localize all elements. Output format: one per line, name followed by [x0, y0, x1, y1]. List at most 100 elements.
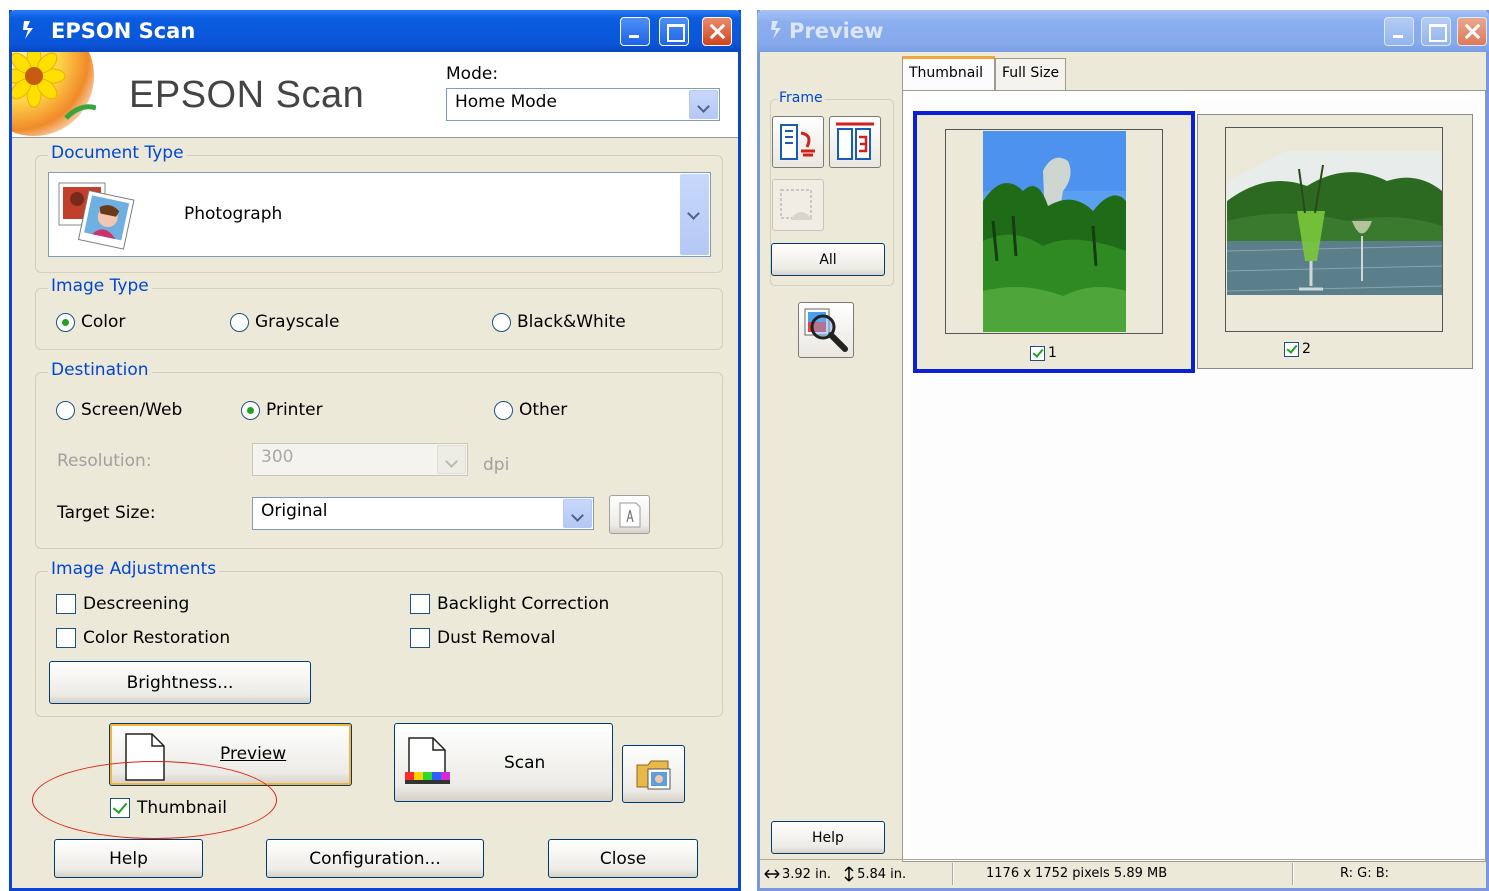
image-type-group: Image Type Color Grayscale Black&White — [35, 276, 723, 350]
radio-grayscale[interactable]: Grayscale — [230, 312, 339, 332]
title-bar[interactable]: EPSON Scan — [9, 10, 741, 52]
brightness-button[interactable]: Brightness... — [49, 661, 311, 704]
thumbnail-1[interactable]: 1 — [913, 111, 1195, 373]
minimize-button[interactable] — [620, 17, 650, 46]
folder-image-icon — [636, 760, 670, 790]
close-window-button[interactable] — [702, 17, 732, 46]
thumbnail-area: 1 2 — [911, 99, 1479, 855]
resolution-label: Resolution: — [57, 451, 152, 471]
target-size-label: Target Size: — [57, 503, 156, 523]
orientation-button[interactable] — [609, 495, 650, 534]
radio-other[interactable]: Other — [494, 400, 567, 420]
vertical-size-icon — [844, 866, 854, 882]
marquee-button[interactable] — [772, 179, 824, 231]
target-size-select[interactable]: Original — [252, 497, 594, 530]
close-button[interactable]: Close — [548, 839, 698, 878]
maximize-button[interactable] — [1421, 17, 1451, 46]
checkbox-indicator[interactable] — [56, 628, 76, 648]
mode-label: Mode: — [446, 64, 499, 84]
scan-button[interactable]: Scan — [394, 723, 613, 802]
radio-color-label: Color — [81, 312, 126, 332]
frame-size-icon — [836, 122, 874, 160]
descreening-checkbox[interactable]: Descreening — [56, 594, 189, 614]
destination-title: Destination — [48, 360, 152, 380]
radio-grayscale-label: Grayscale — [255, 312, 340, 332]
thumbnail-1-checkbox[interactable]: 1 — [1030, 345, 1057, 361]
image-type-title: Image Type — [48, 276, 152, 296]
radio-indicator[interactable] — [56, 312, 75, 332]
status-separator — [1292, 863, 1294, 885]
configuration-button[interactable]: Configuration... — [266, 839, 484, 878]
descreening-label: Descreening — [83, 594, 190, 614]
frame-size-button[interactable] — [829, 116, 881, 168]
preview-window-title: Preview — [789, 19, 884, 43]
backlight-correction-checkbox[interactable]: Backlight Correction — [410, 594, 609, 614]
dust-removal-label: Dust Removal — [437, 628, 556, 648]
image-adjustments-group: Image Adjustments Descreening Backlight … — [35, 559, 723, 717]
radio-screen-web[interactable]: Screen/Web — [56, 400, 182, 420]
thumbnail-2-label: 2 — [1302, 341, 1311, 357]
frame-label: Frame — [777, 90, 825, 106]
auto-locate-icon — [780, 124, 815, 160]
preview-toolbar: Frame All Help — [760, 52, 898, 862]
rgb-readout: R: G: B: — [1340, 866, 1390, 881]
preview-title-bar[interactable]: Preview — [757, 10, 1489, 52]
photograph-icon — [58, 182, 135, 250]
help-button[interactable]: Help — [54, 839, 203, 878]
chevron-down-icon[interactable] — [437, 445, 466, 474]
preview-help-button[interactable]: Help — [771, 821, 885, 854]
minimize-button[interactable] — [1384, 17, 1414, 46]
scan-document-icon — [405, 737, 450, 784]
scan-button-label: Scan — [504, 753, 546, 773]
magnifier-icon — [804, 308, 848, 352]
document-type-value: Photograph — [184, 204, 283, 224]
all-button[interactable]: All — [771, 243, 885, 276]
radio-indicator[interactable] — [241, 400, 260, 420]
close-window-button[interactable] — [1457, 17, 1487, 46]
dust-removal-checkbox[interactable]: Dust Removal — [410, 628, 555, 648]
maximize-button[interactable] — [659, 17, 689, 46]
checkbox-indicator[interactable] — [1030, 345, 1045, 361]
horizontal-size-icon — [764, 869, 780, 879]
tab-full-size-label: Full Size — [1002, 65, 1060, 81]
checkbox-indicator[interactable] — [56, 594, 76, 614]
radio-indicator[interactable] — [494, 400, 513, 420]
resolution-unit: dpi — [483, 455, 510, 475]
backlight-correction-label: Backlight Correction — [437, 594, 610, 614]
status-separator — [952, 863, 954, 885]
mode-select[interactable]: Home Mode — [446, 88, 720, 121]
mode-value: Home Mode — [455, 92, 557, 112]
auto-locate-button[interactable] — [772, 116, 824, 168]
thumbnail-2[interactable]: 2 — [1197, 114, 1473, 369]
checkbox-indicator[interactable] — [1284, 341, 1299, 357]
checkbox-indicator[interactable] — [410, 594, 430, 614]
open-folder-button[interactable] — [622, 745, 685, 803]
red-annotation-ellipse — [32, 761, 277, 839]
document-type-title: Document Type — [48, 143, 187, 163]
radio-indicator[interactable] — [230, 312, 249, 332]
tab-full-size[interactable]: Full Size — [995, 58, 1066, 90]
target-size-value: Original — [261, 501, 328, 521]
thumbnail-2-checkbox[interactable]: 2 — [1284, 341, 1311, 357]
preview-button-label: Preview — [220, 744, 287, 764]
radio-color[interactable]: Color — [56, 312, 125, 332]
color-restoration-label: Color Restoration — [83, 628, 231, 648]
epson-scan-window: EPSON Scan EPSON Scan Mode: Home Mode Do… — [9, 10, 741, 891]
chevron-down-icon[interactable] — [563, 499, 592, 528]
chevron-down-icon[interactable] — [689, 90, 718, 119]
color-restoration-checkbox[interactable]: Color Restoration — [56, 628, 230, 648]
document-type-select[interactable]: Photograph — [48, 172, 711, 257]
radio-indicator[interactable] — [492, 312, 511, 332]
thumbnail-frame — [945, 129, 1163, 334]
tab-thumbnail[interactable]: Thumbnail — [902, 56, 995, 90]
radio-printer[interactable]: Printer — [241, 400, 323, 420]
epson-scan-icon — [771, 21, 781, 39]
radio-black-white-label: Black&White — [517, 312, 626, 332]
radio-black-white[interactable]: Black&White — [492, 312, 626, 332]
chevron-down-icon[interactable] — [680, 174, 709, 255]
zoom-button[interactable] — [798, 302, 854, 358]
radio-indicator[interactable] — [56, 400, 75, 420]
resolution-select[interactable]: 300 — [252, 443, 468, 476]
checkbox-indicator[interactable] — [410, 628, 430, 648]
tab-thumbnail-label: Thumbnail — [909, 65, 984, 81]
